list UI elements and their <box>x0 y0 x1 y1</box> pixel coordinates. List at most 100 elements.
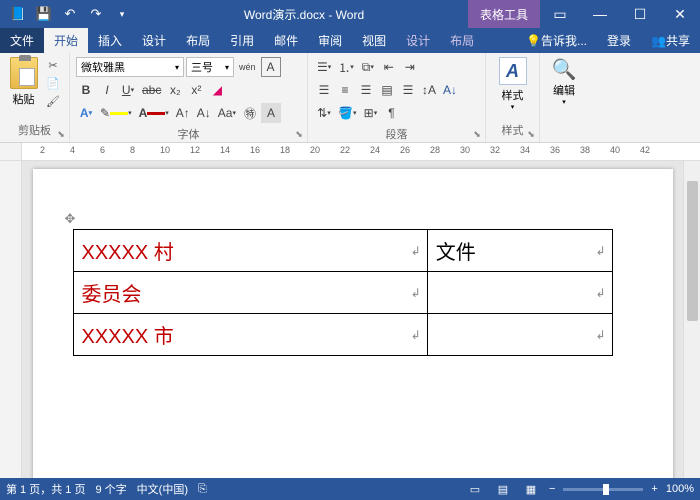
table-cell[interactable]: 委员会 ↲ <box>73 272 427 314</box>
maximize-button[interactable]: ☐ <box>620 0 660 28</box>
font-size-combo[interactable]: 三号 ▾ <box>186 57 234 77</box>
styles-button[interactable]: A 样式 ▾ <box>492 57 533 111</box>
minimize-button[interactable]: — <box>580 0 620 28</box>
cell-text: 委员会 <box>82 284 142 306</box>
tab-table-design[interactable]: 设计 <box>396 28 440 53</box>
copy-button[interactable]: 📄 <box>43 75 63 91</box>
font-name-combo[interactable]: 微软雅黑 ▾ <box>76 57 184 77</box>
ruler-mark: 14 <box>220 145 230 155</box>
tab-references[interactable]: 引用 <box>220 28 264 53</box>
table-cell[interactable]: ↲ <box>427 272 612 314</box>
borders-button[interactable]: ⊞▾ <box>360 103 380 123</box>
document-table[interactable]: XXXXX 村↲ 文件↲ 委员会 ↲ ↲ XXXXX 市↲ ↲ <box>73 229 613 356</box>
undo-button[interactable]: ↶ <box>58 3 82 25</box>
clear-format-button[interactable]: ◢ <box>207 80 227 100</box>
justify-button[interactable]: ▤ <box>377 80 397 100</box>
share-button[interactable]: 👥 共享 <box>641 28 700 53</box>
ribbon-options-button[interactable]: ▭ <box>540 0 580 28</box>
phonetic-guide-button[interactable]: wén <box>236 57 259 77</box>
status-page[interactable]: 第 1 页，共 1 页 <box>6 481 85 497</box>
styles-launcher[interactable]: ⬊ <box>525 128 537 140</box>
tell-me-button[interactable]: 💡 告诉我... <box>516 28 597 53</box>
redo-button[interactable]: ↷ <box>84 3 108 25</box>
login-button[interactable]: 登录 <box>597 28 641 53</box>
clipboard-launcher[interactable]: ⬊ <box>55 128 67 140</box>
tab-home[interactable]: 开始 <box>44 28 88 53</box>
table-row: XXXXX 市↲ ↲ <box>73 314 612 356</box>
cell-mark-icon: ↲ <box>411 286 421 300</box>
char-border-button[interactable]: A <box>261 57 281 77</box>
table-cell[interactable]: XXXXX 村↲ <box>73 230 427 272</box>
qat-more-button[interactable]: ▾ <box>110 3 134 25</box>
status-insert-icon[interactable]: ⎘ <box>198 483 207 496</box>
shrink-font-button[interactable]: A↓ <box>194 103 214 123</box>
enclose-char-button[interactable]: ㊕ <box>240 103 260 123</box>
sort-button[interactable]: A↓ <box>440 80 460 100</box>
font-launcher[interactable]: ⬊ <box>293 128 305 140</box>
ruler-mark: 28 <box>430 145 440 155</box>
cut-button[interactable]: ✂ <box>43 57 63 73</box>
ruler-mark: 18 <box>280 145 290 155</box>
tab-insert[interactable]: 插入 <box>88 28 132 53</box>
status-words[interactable]: 9 个字 <box>95 481 126 497</box>
zoom-level[interactable]: 100% <box>666 483 694 495</box>
highlight-button[interactable]: ✎▾ <box>97 103 135 123</box>
view-web-button[interactable]: ▦ <box>521 481 541 497</box>
tab-file[interactable]: 文件 <box>0 28 44 53</box>
tab-design[interactable]: 设计 <box>132 28 176 53</box>
ruler-vertical[interactable] <box>0 161 22 500</box>
tab-layout[interactable]: 布局 <box>176 28 220 53</box>
table-cell[interactable]: ↲ <box>427 314 612 356</box>
format-painter-button[interactable]: 🖌 <box>43 93 63 109</box>
scroll-thumb[interactable] <box>687 181 698 321</box>
tab-review[interactable]: 审阅 <box>308 28 352 53</box>
zoom-in-button[interactable]: + <box>651 483 657 495</box>
zoom-out-button[interactable]: − <box>549 483 555 495</box>
align-right-button[interactable]: ☰ <box>356 80 376 100</box>
show-marks-button[interactable]: ¶ <box>381 103 401 123</box>
text-direction-button[interactable]: ↕A <box>419 80 439 100</box>
tab-mailings[interactable]: 邮件 <box>264 28 308 53</box>
paragraph-launcher[interactable]: ⬊ <box>471 128 483 140</box>
save-button[interactable]: 💾 <box>32 3 56 25</box>
align-center-button[interactable]: ≡ <box>335 80 355 100</box>
distribute-button[interactable]: ☰ <box>398 80 418 100</box>
shading-button[interactable]: 🪣▾ <box>335 103 359 123</box>
grow-font-button[interactable]: A↑ <box>173 103 193 123</box>
subscript-button[interactable]: x₂ <box>165 80 185 100</box>
align-left-button[interactable]: ☰ <box>314 80 334 100</box>
view-read-button[interactable]: ▭ <box>465 481 485 497</box>
bold-button[interactable]: B <box>76 80 96 100</box>
zoom-slider[interactable] <box>563 488 643 491</box>
superscript-button[interactable]: x² <box>186 80 206 100</box>
italic-button[interactable]: I <box>97 80 117 100</box>
tab-view[interactable]: 视图 <box>352 28 396 53</box>
paste-button[interactable]: 粘贴 <box>13 91 35 107</box>
bullets-button[interactable]: ☰▾ <box>314 57 334 77</box>
numbering-button[interactable]: ⒈▾ <box>335 57 357 77</box>
table-row: 委员会 ↲ ↲ <box>73 272 612 314</box>
editing-button[interactable]: 🔍 编辑 ▾ <box>546 57 582 106</box>
multilevel-button[interactable]: ⧉▾ <box>358 57 378 77</box>
table-cell[interactable]: 文件↲ <box>427 230 612 272</box>
document-scroll-area[interactable]: ✥ XXXXX 村↲ 文件↲ 委员会 ↲ ↲ XXXXX 市↲ ↲ <box>22 161 683 500</box>
char-shading-button[interactable]: A <box>261 103 281 123</box>
cell-mark-icon: ↲ <box>595 286 605 300</box>
table-anchor-icon[interactable]: ✥ <box>65 211 76 227</box>
strikethrough-button[interactable]: abc <box>139 80 164 100</box>
close-button[interactable]: ✕ <box>660 0 700 28</box>
paste-icon[interactable] <box>10 57 38 89</box>
tab-table-layout[interactable]: 布局 <box>440 28 484 53</box>
underline-button[interactable]: U▾ <box>118 80 138 100</box>
increase-indent-button[interactable]: ⇥ <box>400 57 420 77</box>
view-print-button[interactable]: ▤ <box>493 481 513 497</box>
font-color-button[interactable]: A▾ <box>136 103 172 123</box>
status-lang[interactable]: 中文(中国) <box>137 481 188 497</box>
line-spacing-button[interactable]: ⇅▾ <box>314 103 334 123</box>
text-effects-button[interactable]: A▾ <box>76 103 96 123</box>
ruler-horizontal[interactable]: 24681012141618202224262830323436384042 <box>22 143 700 161</box>
decrease-indent-button[interactable]: ⇤ <box>379 57 399 77</box>
table-cell[interactable]: XXXXX 市↲ <box>73 314 427 356</box>
scrollbar-vertical[interactable] <box>683 161 700 500</box>
change-case-button[interactable]: Aa▾ <box>215 103 239 123</box>
